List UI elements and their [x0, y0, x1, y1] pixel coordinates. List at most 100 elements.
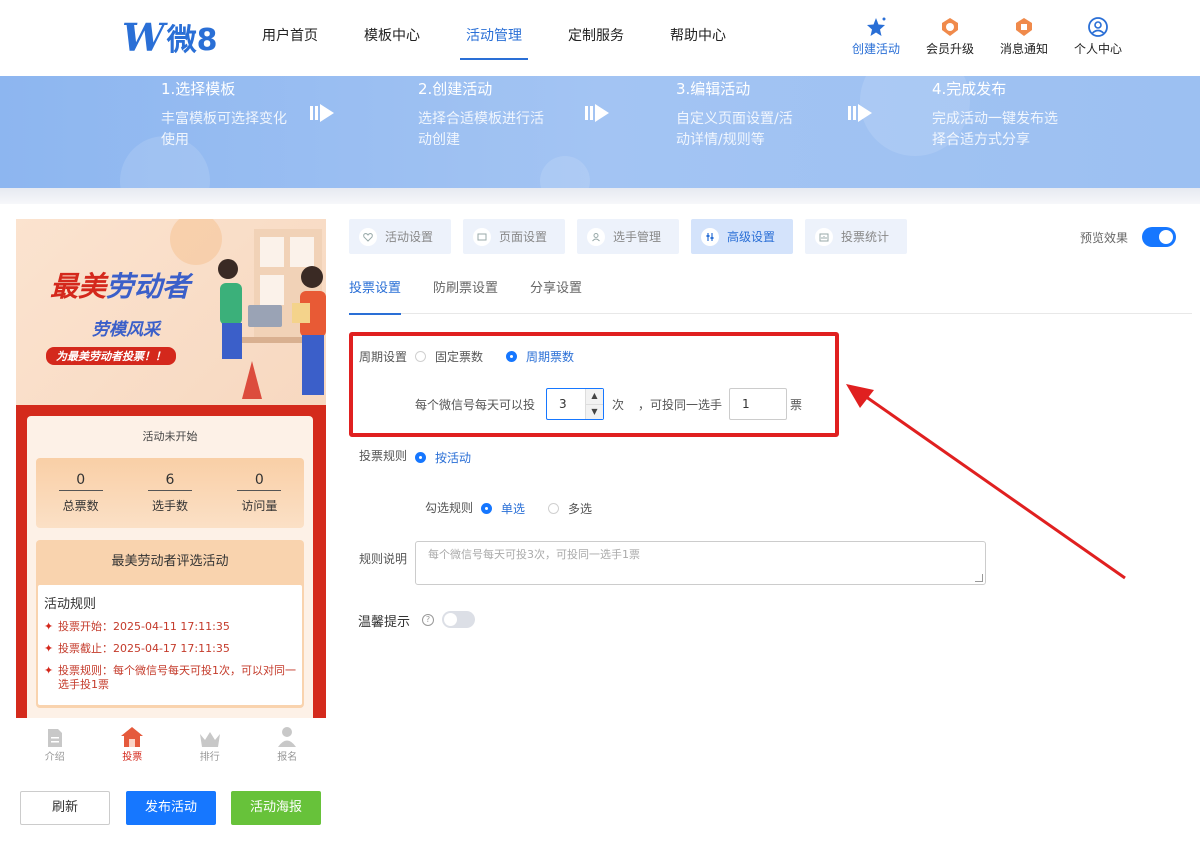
tip-toggle[interactable]: [442, 611, 475, 628]
section-divider: [0, 188, 1200, 204]
phone-tab-label: 排行: [199, 752, 220, 763]
nav-help[interactable]: 帮助中心: [652, 0, 744, 76]
radio-dot: [415, 452, 426, 463]
step-1-desc: 丰富模板可选择变化使用: [161, 111, 287, 148]
stat-value: 6: [147, 472, 192, 491]
activity-title: 最美劳动者评选活动: [111, 554, 229, 569]
daily-votes-prefix: 每个微信号每天可以投: [415, 398, 536, 412]
tab-page-settings[interactable]: 页面设置: [463, 219, 565, 254]
tab-share-settings[interactable]: 分享设置: [530, 272, 582, 314]
stepper-up-icon[interactable]: ▲: [586, 389, 603, 405]
tab-contestant-management[interactable]: 选手管理: [577, 219, 679, 254]
poster-image: 最美劳动者 劳模风采 为最美劳动者投票！！: [16, 219, 326, 405]
stepper-arrows: ▲ ▼: [585, 389, 603, 419]
step-2-desc: 选择合适模板进行活动创建: [418, 111, 544, 148]
radio-by-activity[interactable]: 按活动: [415, 449, 471, 466]
radio-cycle-votes[interactable]: 周期票数: [506, 348, 574, 365]
rule-item: ✦ 投票截止：2025-04-17 17:11:35: [44, 642, 230, 655]
stats-panel: 0 总票数 6 选手数 0 访问量: [36, 458, 304, 528]
stepper-down-icon[interactable]: ▼: [586, 404, 603, 419]
daily-votes-stepper[interactable]: 3 ▲ ▼: [546, 388, 604, 420]
radio-multi-select[interactable]: 多选: [548, 500, 592, 517]
preview-effect-label: 预览效果: [1080, 231, 1129, 245]
phone-tab-label: 报名: [277, 752, 298, 763]
messages-label: 消息通知: [999, 42, 1048, 56]
stat-value: 0: [58, 472, 103, 491]
logo[interactable]: W 微8: [122, 15, 218, 60]
preview-effect-toggle[interactable]: [1142, 227, 1176, 247]
rule-desc-label: 规则说明: [359, 552, 408, 566]
sparkle-icon: ✦: [44, 664, 54, 677]
member-upgrade-button[interactable]: 会员升级: [914, 16, 986, 57]
radio-dot: [548, 503, 559, 514]
phone-tab-rank[interactable]: 排行: [171, 718, 249, 768]
create-activity-button[interactable]: 创建活动: [840, 16, 912, 57]
home-icon: [94, 724, 172, 748]
nav-home[interactable]: 用户首页: [244, 0, 336, 76]
tab-vote-statistics[interactable]: 投票统计: [805, 219, 907, 254]
rules-box: 活动规则 ✦ 投票开始：2025-04-11 17:11:35 ✦ 投票截止：202…: [38, 585, 302, 705]
sparkle-icon: ✦: [44, 642, 54, 655]
refresh-button[interactable]: 刷新: [20, 791, 110, 825]
stat-value: 0: [237, 472, 282, 491]
profile-button[interactable]: 个人中心: [1062, 16, 1134, 57]
stat-total-votes: 0 总票数: [36, 458, 125, 528]
same-contestant-votes-value: 1: [742, 397, 750, 411]
tab-anti-fraud-settings[interactable]: 防刷票设置: [433, 272, 498, 314]
help-icon[interactable]: ?: [422, 614, 434, 626]
sparkle-icon: ✦: [44, 620, 54, 633]
step-2-title: 2.创建活动: [418, 80, 493, 98]
rule-desc-placeholder: 每个微信号每天可投3次，可投同一选手1票: [428, 548, 640, 561]
tab-activity-settings[interactable]: 活动设置: [349, 219, 451, 254]
cycle-settings-label: 周期设置: [359, 350, 408, 364]
tip-label: 温馨提示: [358, 615, 411, 630]
step-3-title: 3.编辑活动: [676, 80, 751, 98]
main-nav: 用户首页 模板中心 活动管理 定制服务 帮助中心: [244, 0, 754, 76]
activity-poster-button[interactable]: 活动海报: [231, 791, 321, 825]
chart-icon: [815, 227, 833, 246]
phone-tab-signup[interactable]: 报名: [249, 718, 327, 768]
stat-visits: 0 访问量: [215, 458, 304, 528]
header-actions: 创建活动 会员升级 消息通知 个人中心: [840, 16, 1136, 57]
bell-badge-icon: [988, 16, 1060, 38]
phone-tab-intro[interactable]: 介绍: [16, 718, 94, 768]
activity-status: 活动未开始: [142, 430, 198, 443]
radio-dot: [481, 503, 492, 514]
rules-title: 活动规则: [44, 597, 97, 612]
radio-fixed-votes[interactable]: 固定票数: [415, 348, 483, 365]
nav-templates[interactable]: 模板中心: [346, 0, 438, 76]
nav-custom-service[interactable]: 定制服务: [550, 0, 642, 76]
votes-unit: 票: [790, 398, 803, 412]
step-arrow-icon: [585, 104, 609, 122]
radio-dot: [506, 351, 517, 362]
radio-single-select[interactable]: 单选: [481, 500, 525, 517]
logo-text: 微8: [166, 23, 218, 58]
step-4-title: 4.完成发布: [932, 80, 1007, 98]
radio-dot: [415, 351, 426, 362]
phone-tab-vote[interactable]: 投票: [94, 718, 172, 768]
step-4-desc: 完成活动一键发布选择合适方式分享: [932, 111, 1058, 148]
poster-illustration: [170, 219, 326, 399]
phone-preview: 最美劳动者 劳模风采 为最美劳动者投票！！ 活动未开始 0 总票数 6 选手数 …: [16, 219, 326, 768]
tab-advanced-settings[interactable]: 高级设置: [691, 219, 793, 254]
phone-tab-label: 介绍: [44, 752, 65, 763]
messages-button[interactable]: 消息通知: [988, 16, 1060, 57]
nav-activity-management[interactable]: 活动管理: [448, 0, 540, 76]
same-contestant-votes-input[interactable]: 1: [729, 388, 787, 420]
phone-body: 活动未开始 0 总票数 6 选手数 0 访问量 最美劳动者评选活动 活动规则 ✦…: [27, 416, 313, 768]
vote-sub-tabs: 投票设置 防刷票设置 分享设置: [349, 272, 1192, 315]
stat-label: 选手数: [151, 499, 188, 513]
user-icon: [587, 227, 605, 246]
poster-tag: 为最美劳动者投票！！: [46, 347, 176, 365]
step-arrow-icon: [310, 104, 334, 122]
activity-card: 最美劳动者评选活动 活动规则 ✦ 投票开始：2025-04-11 17:11:35…: [36, 540, 304, 708]
step-arrow-icon: [848, 104, 872, 122]
stat-label: 总票数: [62, 499, 99, 513]
vote-rule-label: 投票规则: [359, 449, 408, 463]
times-unit: 次: [612, 398, 625, 412]
publish-activity-button[interactable]: 发布活动: [126, 791, 216, 825]
tab-vote-settings[interactable]: 投票设置: [349, 272, 402, 315]
step-4: 4.完成发布 完成活动一键发布选择合适方式分享: [932, 76, 1062, 151]
poster-subtitle: 劳模风采: [92, 320, 160, 340]
steps-banner: 1.选择模板 丰富模板可选择变化使用 2.创建活动 选择合适模板进行活动创建 3…: [0, 76, 1200, 188]
